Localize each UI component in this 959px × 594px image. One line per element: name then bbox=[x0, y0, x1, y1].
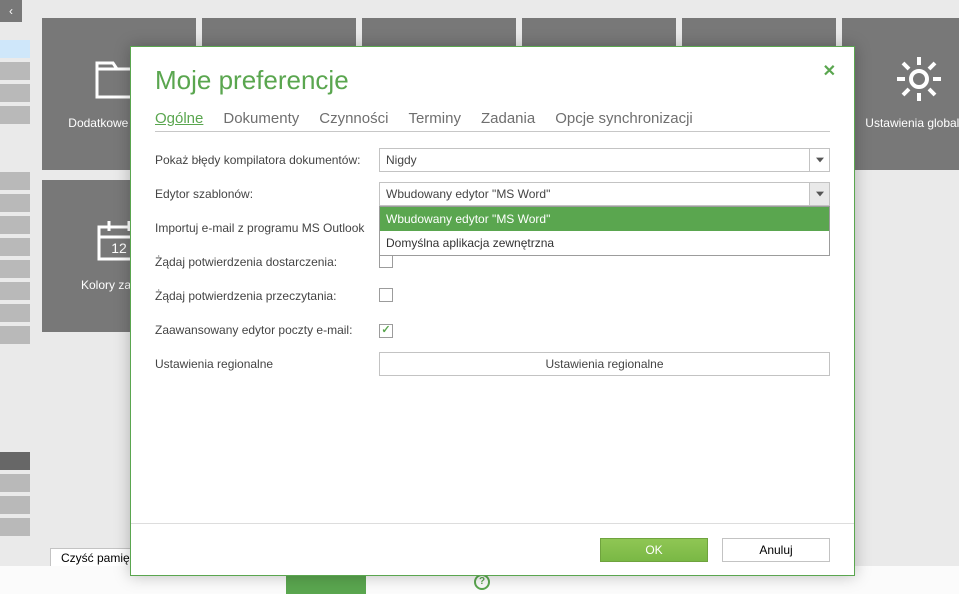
help-icon[interactable]: ? bbox=[474, 574, 490, 590]
svg-text:12: 12 bbox=[111, 240, 127, 256]
template-editor-label: Edytor szablonów: bbox=[155, 187, 379, 201]
compiler-errors-value: Nigdy bbox=[386, 153, 417, 167]
tab-terminy[interactable]: Terminy bbox=[408, 110, 461, 127]
cancel-button[interactable]: Anuluj bbox=[722, 538, 830, 562]
template-editor-dropdown: Wbudowany edytor "MS Word"Domyślna aplik… bbox=[379, 206, 830, 256]
chevron-down-icon bbox=[809, 149, 829, 171]
regional-settings-button[interactable]: Ustawienia regionalne bbox=[379, 352, 830, 376]
read-confirm-label: Żądaj potwierdzenia przeczytania: bbox=[155, 289, 379, 303]
template-editor-select[interactable]: Wbudowany edytor "MS Word" bbox=[379, 182, 830, 206]
read-confirm-checkbox[interactable] bbox=[379, 288, 393, 302]
compiler-errors-select[interactable]: Nigdy bbox=[379, 148, 830, 172]
dialog-title: Moje preferencje bbox=[155, 65, 830, 96]
ok-button-label: OK bbox=[645, 543, 662, 557]
compiler-errors-label: Pokaż błędy kompilatora dokumentów: bbox=[155, 153, 379, 167]
tab-ogólne[interactable]: Ogólne bbox=[155, 110, 203, 127]
dialog-footer: OK Anuluj bbox=[131, 523, 854, 575]
template-editor-option[interactable]: Wbudowany edytor "MS Word" bbox=[380, 207, 829, 231]
clear-memory-label: Czyść pamięć bbox=[61, 551, 136, 565]
template-editor-option[interactable]: Domyślna aplikacja zewnętrzna bbox=[380, 231, 829, 255]
template-editor-value: Wbudowany edytor "MS Word" bbox=[386, 187, 550, 201]
nav-tile[interactable]: Ustawienia globalne bbox=[842, 18, 959, 170]
tab-dokumenty[interactable]: Dokumenty bbox=[223, 110, 299, 127]
regional-settings-button-label: Ustawienia regionalne bbox=[545, 357, 663, 371]
advanced-email-checkbox[interactable] bbox=[379, 324, 393, 338]
outlook-import-label: Importuj e-mail z programu MS Outlook bbox=[155, 221, 379, 235]
ok-button[interactable]: OK bbox=[600, 538, 708, 562]
chevron-down-icon bbox=[809, 183, 829, 205]
close-icon: ✕ bbox=[823, 63, 836, 80]
close-button[interactable]: ✕ bbox=[823, 61, 836, 81]
tab-czynności[interactable]: Czynności bbox=[319, 110, 388, 127]
dialog-tabs: Ogólne Dokumenty Czynności Terminy Zadania Op… bbox=[155, 110, 830, 132]
tab-zadania[interactable]: Zadania bbox=[481, 110, 535, 127]
nav-tile-label: Ustawienia globalne bbox=[859, 116, 959, 130]
gear-icon bbox=[892, 52, 946, 106]
cancel-button-label: Anuluj bbox=[759, 543, 792, 557]
preferences-dialog: ✕ Moje preferencje Ogólne Dokumenty Czynno… bbox=[130, 46, 855, 576]
delivery-confirm-label: Żądaj potwierdzenia dostarczenia: bbox=[155, 255, 379, 269]
advanced-email-label: Zaawansowany edytor poczty e-mail: bbox=[155, 323, 379, 337]
tab-opcje-synchronizacji[interactable]: Opcje synchronizacji bbox=[555, 110, 693, 127]
regional-label: Ustawienia regionalne bbox=[155, 357, 379, 371]
chevron-left-icon: ‹ bbox=[9, 4, 13, 18]
